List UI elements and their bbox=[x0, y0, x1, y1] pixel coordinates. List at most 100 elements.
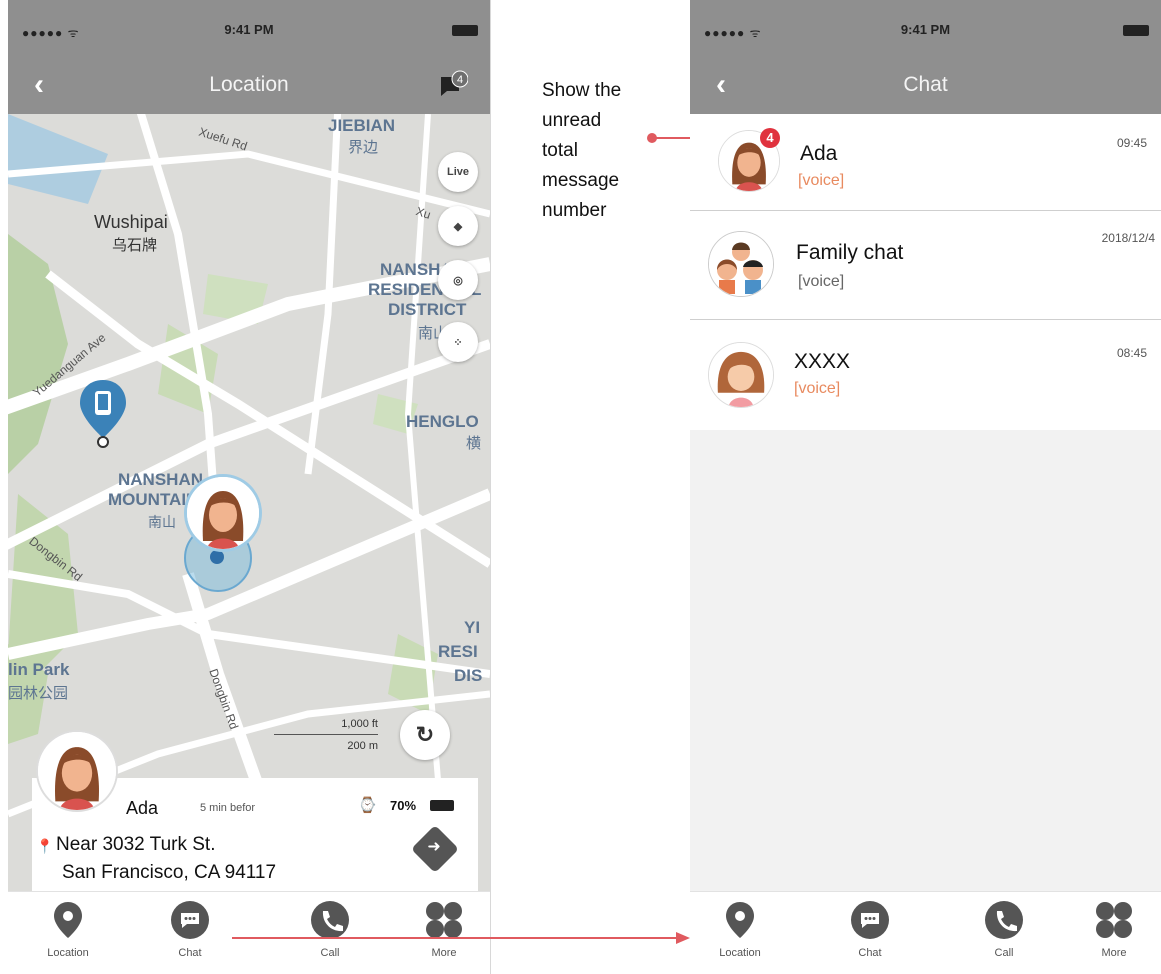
annotation-line: total bbox=[542, 140, 578, 161]
girl-avatar-icon bbox=[187, 477, 259, 549]
tab-call[interactable]: Call bbox=[964, 900, 1044, 959]
footprint-button[interactable]: ⁘ bbox=[438, 322, 478, 362]
message-icon: 4 bbox=[441, 70, 469, 96]
map-label: YI bbox=[464, 618, 481, 637]
location-screen: ●●●●● ᯤ 9:41 PM ‹ Location 4 Xuefu Rd JI… bbox=[8, 0, 491, 974]
girl-avatar-icon bbox=[709, 343, 773, 407]
address-line1: Near 3032 Turk St. bbox=[56, 834, 216, 855]
phone-pin-icon bbox=[80, 380, 126, 448]
location-pin-icon: 📍 bbox=[36, 838, 54, 854]
map-label: DISTRICT bbox=[388, 300, 467, 319]
annotation-line: unread bbox=[542, 110, 602, 131]
girl-avatar-icon bbox=[38, 732, 116, 810]
battery-icon bbox=[430, 800, 454, 811]
refresh-button[interactable]: ↻ bbox=[400, 710, 450, 760]
annotation-line: Show the bbox=[542, 80, 622, 101]
chat-item[interactable]: XXXX [voice] 08:45 bbox=[690, 320, 1161, 430]
xxxx-avatar bbox=[708, 342, 774, 408]
map-label: HENGLO bbox=[406, 412, 479, 431]
tab-chat[interactable]: Chat bbox=[830, 900, 910, 959]
tab-label: Chat bbox=[178, 947, 202, 959]
live-button[interactable]: Live bbox=[438, 152, 478, 192]
chat-empty-area bbox=[690, 430, 1161, 892]
battery-icon bbox=[1123, 25, 1149, 36]
map-label: 园林公园 bbox=[8, 685, 69, 702]
chat-name: Family chat bbox=[796, 241, 904, 264]
tab-label: Call bbox=[994, 947, 1014, 959]
tab-more[interactable]: More bbox=[1074, 900, 1154, 959]
page-title: Chat bbox=[903, 73, 948, 96]
chat-item[interactable]: Family chat [voice] 2018/12/4 bbox=[690, 211, 1161, 320]
location-dot bbox=[210, 550, 224, 564]
tab-call[interactable]: Call bbox=[290, 900, 370, 959]
phone-icon bbox=[310, 900, 350, 940]
layers-button[interactable]: ◆ bbox=[438, 206, 478, 246]
annotation-note: Show the unread total message number bbox=[542, 76, 621, 226]
chat-time: 09:45 bbox=[1116, 136, 1147, 150]
scale-ft: 1,000 ft bbox=[341, 718, 378, 730]
chat-item[interactable]: 4 Ada [voice] 09:45 bbox=[690, 114, 1161, 211]
footprint-icon: ⁘ bbox=[453, 336, 463, 349]
battery-icon bbox=[452, 25, 478, 36]
live-label: Live bbox=[446, 166, 469, 178]
page-title: Location bbox=[209, 73, 289, 96]
map-label: 界边 bbox=[348, 139, 379, 156]
chat-bubble-icon bbox=[170, 900, 210, 940]
status-bar: ●●●●● ᯤ 9:41 PM bbox=[690, 0, 1161, 58]
location-pin-icon bbox=[720, 900, 760, 940]
status-bar: ●●●●● ᯤ 9:41 PM bbox=[8, 0, 490, 58]
location-pin-icon bbox=[48, 900, 88, 940]
status-time: 9:41 PM bbox=[224, 22, 274, 37]
map-label: lin Park bbox=[8, 660, 70, 679]
ada-card-avatar bbox=[36, 730, 118, 812]
ada-map-avatar[interactable] bbox=[184, 474, 262, 552]
last-update: 5 min befor bbox=[200, 802, 256, 814]
map-label: RESI bbox=[438, 642, 478, 661]
map-label: 横 bbox=[466, 435, 482, 452]
phone-location-marker[interactable] bbox=[78, 378, 128, 448]
grid-icon bbox=[424, 900, 464, 940]
navigate-icon: ➜ bbox=[427, 838, 441, 856]
chat-preview: [voice] bbox=[794, 380, 841, 397]
person-name: Ada bbox=[126, 798, 159, 818]
scale-m: 200 m bbox=[347, 740, 378, 752]
family-avatar bbox=[708, 231, 774, 297]
chat-bubble-icon bbox=[850, 900, 890, 940]
chat-list: 4 Ada [voice] 09:45 Family chat [voice] … bbox=[690, 114, 1161, 430]
map-label: DIS bbox=[454, 666, 483, 685]
map-scale: 1,000 ft 200 m bbox=[274, 718, 384, 758]
tab-label: Call bbox=[320, 947, 340, 959]
chat-screen: ●●●●● ᯤ 9:41 PM ‹ Chat 4 Ada [voice] 09:… bbox=[690, 0, 1161, 974]
map-label: 乌石牌 bbox=[112, 237, 158, 254]
scale-line bbox=[274, 734, 378, 735]
family-group-icon bbox=[709, 232, 773, 296]
tab-label: More bbox=[431, 947, 457, 959]
tab-label: Chat bbox=[858, 947, 882, 959]
watch-icon: ⌚ bbox=[358, 797, 377, 814]
chat-time: 08:45 bbox=[1116, 346, 1147, 360]
map-view[interactable]: Xuefu Rd JIEBIAN 界边 Wushipai 乌石牌 Xu NANS… bbox=[8, 114, 490, 902]
tab-location[interactable]: Location bbox=[28, 900, 108, 959]
tab-label: Location bbox=[47, 947, 89, 959]
refresh-icon: ↻ bbox=[415, 722, 435, 747]
geofence-button[interactable]: ◎ bbox=[438, 260, 478, 300]
chat-preview: [voice] bbox=[798, 172, 845, 189]
map-label: Wushipai bbox=[94, 212, 168, 232]
chat-name: XXXX bbox=[794, 350, 851, 373]
tab-label: Location bbox=[719, 947, 761, 959]
nav-bar: ‹ Chat bbox=[690, 58, 1161, 114]
map-label: JIEBIAN bbox=[328, 116, 396, 135]
chat-time: 2018/12/4 bbox=[1101, 231, 1155, 245]
messages-button[interactable]: 4 bbox=[438, 70, 469, 100]
layers-icon: ◆ bbox=[453, 220, 463, 233]
annotation-line: message bbox=[542, 170, 620, 191]
unread-badge: 4 bbox=[457, 74, 463, 86]
address-line2: San Francisco, CA 94117 bbox=[62, 862, 277, 883]
battery-level: 70% bbox=[390, 798, 417, 813]
tab-location[interactable]: Location bbox=[700, 900, 780, 959]
tab-chat[interactable]: Chat bbox=[150, 900, 230, 959]
navigate-button[interactable]: ➜ bbox=[410, 824, 460, 874]
tab-bar: Location Chat Call More bbox=[690, 891, 1161, 974]
tab-more[interactable]: More bbox=[404, 900, 484, 959]
nav-bar: ‹ Location 4 bbox=[8, 58, 490, 114]
